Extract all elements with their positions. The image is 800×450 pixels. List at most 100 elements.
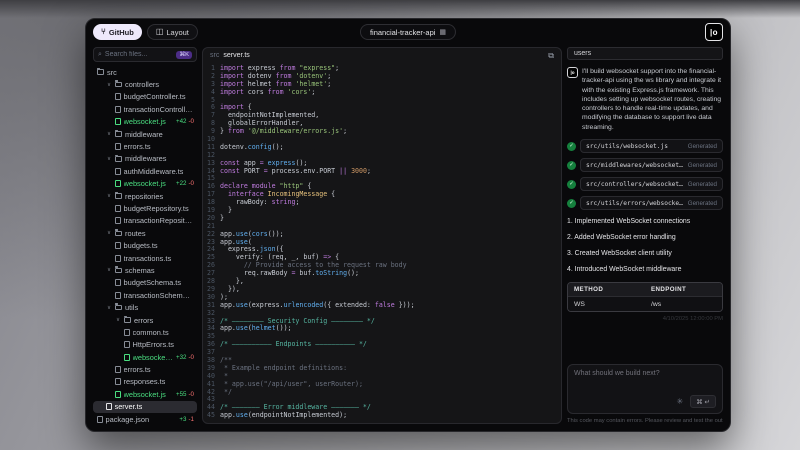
tree-item-transactions-ts[interactable]: transactions.ts <box>93 252 197 264</box>
file-name: package.json <box>105 414 150 424</box>
assistant-message: I'll build websocket support into the fi… <box>582 68 722 131</box>
github-label: GitHub <box>108 27 134 37</box>
layout-button[interactable]: ◫ Layout <box>146 24 198 40</box>
file-chip-card: src/controllers/websocket.js Generated <box>580 177 723 192</box>
tree-item-errors-ts[interactable]: errors.ts <box>93 363 197 375</box>
code-line: 11 dotenv.config(); <box>203 142 561 152</box>
page-title: financial-tracker-api <box>369 27 436 37</box>
code-line: 31 app.use(express.urlencoded({ extended:… <box>203 301 561 310</box>
removed-lines: -1 <box>188 415 194 423</box>
code-line: 18 rawBody: string; <box>203 198 561 207</box>
tree-item-websocket-js[interactable]: websocket.js +42 -0 <box>93 116 197 128</box>
code-text: */ <box>220 387 232 396</box>
code-line: 27 req.rawBody = buf.toString(); <box>203 269 561 278</box>
check-icon: ✓ <box>567 179 576 189</box>
table-cell: WS <box>568 296 645 312</box>
tree-item-server-ts[interactable]: server.ts <box>93 400 197 413</box>
search-input[interactable]: ⌕ Search files... ⌘K <box>93 47 197 62</box>
folder-icon <box>115 80 122 88</box>
tree-item-common-ts[interactable]: common.ts <box>93 326 197 338</box>
table-row: WS/ws <box>568 296 722 312</box>
tree-item-controllers[interactable]: ∨ controllers <box>93 78 197 90</box>
removed-lines: -0 <box>188 180 194 188</box>
file-chip-card: src/utils/errors/websocket.js Generated <box>580 196 723 211</box>
chevron-down-icon: ∨ <box>115 317 121 323</box>
code-text: dotenv.config(); <box>220 142 284 151</box>
code-line: 42 */ <box>203 387 561 397</box>
tree-item-middlewares[interactable]: ∨ middlewares <box>93 153 197 165</box>
tree-item-budgetrepository-ts[interactable]: budgetRepository.ts <box>93 202 197 214</box>
file-icon <box>115 143 121 151</box>
tree-item-budgetschema-ts[interactable]: budgetSchema.ts <box>93 277 197 289</box>
generated-file-chip[interactable]: ✓ src/utils/errors/websocket.js Generated <box>567 196 723 211</box>
file-name: controllers <box>125 80 160 90</box>
tree-item-transactionschema-ts[interactable]: transactionSchema.ts <box>93 289 197 301</box>
sparkle-icon[interactable]: ✳ <box>677 397 684 406</box>
github-icon: ⑂ <box>101 27 106 36</box>
tree-item-httperrors-ts[interactable]: HttpErrors.ts <box>93 339 197 351</box>
send-button[interactable]: ⌘ ↵ <box>690 395 716 408</box>
tree-item-src[interactable]: src <box>93 66 197 78</box>
tree-item-schemas[interactable]: ∨ schemas <box>93 264 197 276</box>
chat-input[interactable]: What should we build next? ✳ ⌘ ↵ <box>567 364 723 414</box>
input-actions: ✳ ⌘ ↵ <box>574 395 716 408</box>
app-logo: |o <box>705 23 723 41</box>
code-line: 34 app.use(helmet()); <box>203 324 561 333</box>
code-editor: src server.ts ⧉ 1 import express from "ex… <box>202 47 562 424</box>
tree-item-repositories[interactable]: ∨ repositories <box>93 190 197 202</box>
copy-icon[interactable]: ⧉ <box>548 51 554 61</box>
file-name: budgetRepository.ts <box>123 203 189 213</box>
tree-item-errors-ts[interactable]: errors.ts <box>93 140 197 152</box>
project-title-pill[interactable]: financial-tracker-api ▦ <box>359 24 457 40</box>
tree-item-budgets-ts[interactable]: budgets.ts <box>93 239 197 251</box>
code-line: 37 <box>203 348 561 357</box>
code-line: 22 app.use(cors()); <box>203 230 561 239</box>
tree-item-middleware[interactable]: ∨ middleware <box>93 128 197 140</box>
diff-stats: +32 -0 <box>176 354 194 361</box>
code-text: /* —————————— Endpoints —————————— */ <box>220 340 367 349</box>
table-header-cell: METHOD <box>568 283 645 297</box>
file-name: schemas <box>125 265 155 275</box>
tree-item-websocket-js[interactable]: websocket.js +55 -0 <box>93 388 197 400</box>
tree-item-websocket-js[interactable]: websocket.js +32 -0 <box>93 351 197 363</box>
topbar-left: ⑂ GitHub ◫ Layout <box>93 24 198 40</box>
added-lines: +55 <box>175 390 187 398</box>
file-name: repositories <box>125 191 164 201</box>
code-area[interactable]: 1 import express from "express"; 2 import d… <box>203 63 561 423</box>
github-button[interactable]: ⑂ GitHub <box>93 24 142 40</box>
generated-file-chip[interactable]: ✓ src/middlewares/websocket.js Generated <box>567 158 723 173</box>
tree-item-responses-ts[interactable]: responses.ts <box>93 376 197 388</box>
code-line: 9} from '@/middleware/errors.js'; <box>203 127 561 136</box>
tree-item-authmiddleware-ts[interactable]: authMiddleware.ts <box>93 165 197 177</box>
file-path: src/middlewares/websocket.js <box>586 161 684 169</box>
tree-item-errors[interactable]: ∨ errors <box>93 314 197 326</box>
tree-item-package-json[interactable]: package.json +3 -1 <box>93 413 197 424</box>
tree-item-transactionrepository-ts[interactable]: transactionRepository.ts <box>93 215 197 227</box>
tree-item-utils[interactable]: ∨ utils <box>93 301 197 313</box>
tree-item-transactioncontroller-ts[interactable]: transactionController.ts <box>93 103 197 115</box>
file-icon <box>115 378 121 386</box>
file-path: src/utils/errors/websocket.js <box>586 199 684 207</box>
code-text: import cors from 'cors'; <box>220 87 316 96</box>
code-text: * app.use("/api/user", userRouter); <box>220 379 363 388</box>
code-line: 4 import cors from 'cors'; <box>203 87 561 97</box>
tree-item-budgetcontroller-ts[interactable]: budgetController.ts <box>93 91 197 103</box>
tree-item-websocket-js[interactable]: websocket.js +22 -0 <box>93 178 197 190</box>
tab-users[interactable]: users <box>567 47 723 60</box>
chat-input-placeholder: What should we build next? <box>574 370 660 377</box>
step-item: 1. Implemented WebSocket connections <box>567 218 691 226</box>
file-name: middlewares <box>125 154 167 164</box>
code-line: 36/* —————————— Endpoints —————————— */ <box>203 340 561 349</box>
tree-item-routes[interactable]: ∨ routes <box>93 227 197 239</box>
file-name: common.ts <box>132 327 169 337</box>
file-icon <box>115 180 121 188</box>
file-name: transactionRepository.ts <box>123 216 195 226</box>
layout-icon: ◫ <box>155 27 164 36</box>
line-number: 45 <box>207 411 215 420</box>
file-icon <box>115 242 121 250</box>
code-text: app.use(helmet()); <box>220 324 292 333</box>
generated-file-chip[interactable]: ✓ src/utils/websocket.js Generated <box>567 139 723 154</box>
file-name: websocket.js <box>123 389 166 399</box>
file-icon <box>115 118 121 126</box>
generated-file-chip[interactable]: ✓ src/controllers/websocket.js Generated <box>567 177 723 192</box>
